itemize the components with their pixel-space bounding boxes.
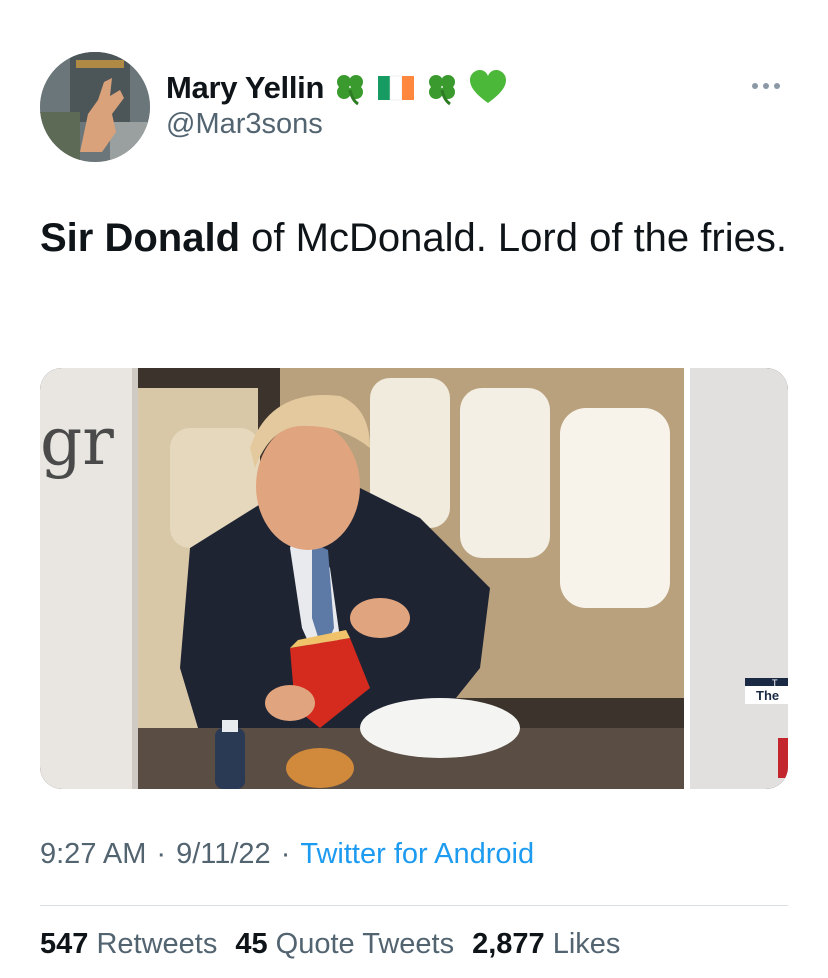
retweets-label: Retweets (96, 928, 218, 960)
more-dot (752, 83, 758, 89)
meta-separator: · (156, 838, 167, 870)
tweet-media-photo[interactable]: gr T The (40, 368, 788, 789)
meta-separator: · (280, 838, 291, 870)
tweet-text-bold: Sir Donald (40, 216, 241, 260)
author-handle[interactable]: @Mar3sons (166, 108, 323, 141)
tweet-source-link[interactable]: Twitter for Android (300, 838, 534, 871)
overlay-letters: gr (40, 403, 114, 480)
likes-count: 2,877 (472, 928, 545, 960)
green-heart-icon (470, 70, 507, 103)
ireland-flag-icon (378, 75, 415, 101)
retweets-count: 547 (40, 928, 89, 960)
display-name[interactable]: Mary Yellin (166, 70, 324, 106)
ticker-text: The (756, 688, 779, 703)
tweet-stats: 547 Retweets 45 Quote Tweets 2,877 Likes (40, 928, 620, 961)
author-name-row[interactable]: Mary Yellin (166, 66, 508, 110)
tweet-text: Sir Donald of McDonald. Lord of the frie… (40, 210, 790, 266)
likes-label: Likes (552, 928, 621, 960)
tweet-time[interactable]: 9:27 AM (40, 838, 146, 871)
likes-stat[interactable]: 2,877 Likes (472, 928, 620, 961)
shamrock-icon (429, 75, 456, 106)
ticker-corner: T (772, 678, 778, 688)
tweet-text-rest: of McDonald. Lord of the fries. (240, 216, 787, 260)
more-options-icon[interactable] (752, 76, 788, 96)
retweets-stat[interactable]: 547 Retweets (40, 928, 217, 961)
more-dot (774, 83, 780, 89)
divider (40, 905, 788, 906)
shamrock-icon (337, 75, 364, 106)
quote-tweets-count: 45 (235, 928, 268, 960)
quote-tweets-stat[interactable]: 45 Quote Tweets (235, 928, 454, 961)
tweet-meta: 9:27 AM · 9/11/22 · Twitter for Android (40, 838, 534, 871)
media-photo: gr T The (40, 368, 788, 789)
more-dot (763, 83, 769, 89)
quote-tweets-label: Quote Tweets (275, 928, 455, 960)
tweet-date[interactable]: 9/11/22 (176, 838, 271, 871)
avatar-image (40, 52, 150, 162)
avatar[interactable] (40, 52, 150, 162)
